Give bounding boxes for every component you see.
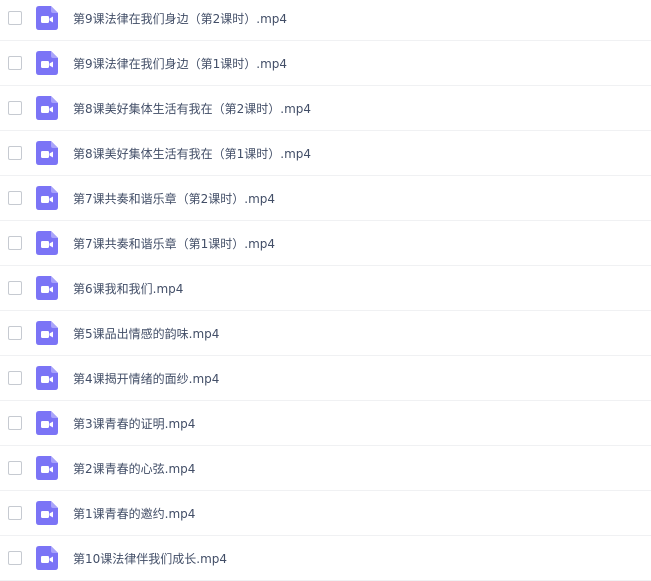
- file-name[interactable]: 第3课青春的证明.mp4: [73, 415, 195, 432]
- video-file-icon: [36, 276, 58, 300]
- file-checkbox[interactable]: [8, 101, 22, 115]
- file-checkbox[interactable]: [8, 56, 22, 70]
- file-name[interactable]: 第9课法律在我们身边（第2课时）.mp4: [73, 10, 287, 27]
- file-row[interactable]: 第4课揭开情绪的面纱.mp4: [0, 356, 651, 401]
- file-row[interactable]: 第8课美好集体生活有我在（第2课时）.mp4: [0, 86, 651, 131]
- file-row[interactable]: 第7课共奏和谐乐章（第2课时）.mp4: [0, 176, 651, 221]
- file-checkbox[interactable]: [8, 326, 22, 340]
- file-name[interactable]: 第10课法律伴我们成长.mp4: [73, 550, 227, 567]
- file-checkbox[interactable]: [8, 191, 22, 205]
- video-file-icon: [36, 186, 58, 210]
- video-file-icon: [36, 546, 58, 570]
- file-row[interactable]: 第5课品出情感的韵味.mp4: [0, 311, 651, 356]
- file-name[interactable]: 第2课青春的心弦.mp4: [73, 460, 195, 477]
- file-list: 第9课法律在我们身边（第2课时）.mp4 第9课法律在我们身边（第1课时）.mp…: [0, 0, 651, 581]
- file-checkbox[interactable]: [8, 461, 22, 475]
- file-checkbox[interactable]: [8, 236, 22, 250]
- video-file-icon: [36, 456, 58, 480]
- video-file-icon: [36, 231, 58, 255]
- file-name[interactable]: 第1课青春的邀约.mp4: [73, 505, 195, 522]
- file-checkbox[interactable]: [8, 416, 22, 430]
- file-row[interactable]: 第7课共奏和谐乐章（第1课时）.mp4: [0, 221, 651, 266]
- file-row[interactable]: 第3课青春的证明.mp4: [0, 401, 651, 446]
- file-name[interactable]: 第5课品出情感的韵味.mp4: [73, 325, 219, 342]
- file-row[interactable]: 第6课我和我们.mp4: [0, 266, 651, 311]
- video-file-icon: [36, 141, 58, 165]
- file-name[interactable]: 第8课美好集体生活有我在（第2课时）.mp4: [73, 100, 311, 117]
- file-row[interactable]: 第1课青春的邀约.mp4: [0, 491, 651, 536]
- video-file-icon: [36, 96, 58, 120]
- file-name[interactable]: 第7课共奏和谐乐章（第1课时）.mp4: [73, 235, 275, 252]
- file-row[interactable]: 第2课青春的心弦.mp4: [0, 446, 651, 491]
- file-name[interactable]: 第6课我和我们.mp4: [73, 280, 183, 297]
- video-file-icon: [36, 51, 58, 75]
- file-checkbox[interactable]: [8, 506, 22, 520]
- video-file-icon: [36, 501, 58, 525]
- video-file-icon: [36, 6, 58, 30]
- file-checkbox[interactable]: [8, 11, 22, 25]
- file-row[interactable]: 第8课美好集体生活有我在（第1课时）.mp4: [0, 131, 651, 176]
- file-row[interactable]: 第9课法律在我们身边（第2课时）.mp4: [0, 0, 651, 41]
- file-name[interactable]: 第7课共奏和谐乐章（第2课时）.mp4: [73, 190, 275, 207]
- file-name[interactable]: 第4课揭开情绪的面纱.mp4: [73, 370, 219, 387]
- file-checkbox[interactable]: [8, 371, 22, 385]
- file-checkbox[interactable]: [8, 551, 22, 565]
- file-checkbox[interactable]: [8, 281, 22, 295]
- file-row[interactable]: 第9课法律在我们身边（第1课时）.mp4: [0, 41, 651, 86]
- file-checkbox[interactable]: [8, 146, 22, 160]
- video-file-icon: [36, 321, 58, 345]
- file-name[interactable]: 第8课美好集体生活有我在（第1课时）.mp4: [73, 145, 311, 162]
- file-name[interactable]: 第9课法律在我们身边（第1课时）.mp4: [73, 55, 287, 72]
- video-file-icon: [36, 366, 58, 390]
- video-file-icon: [36, 411, 58, 435]
- file-row[interactable]: 第10课法律伴我们成长.mp4: [0, 536, 651, 581]
